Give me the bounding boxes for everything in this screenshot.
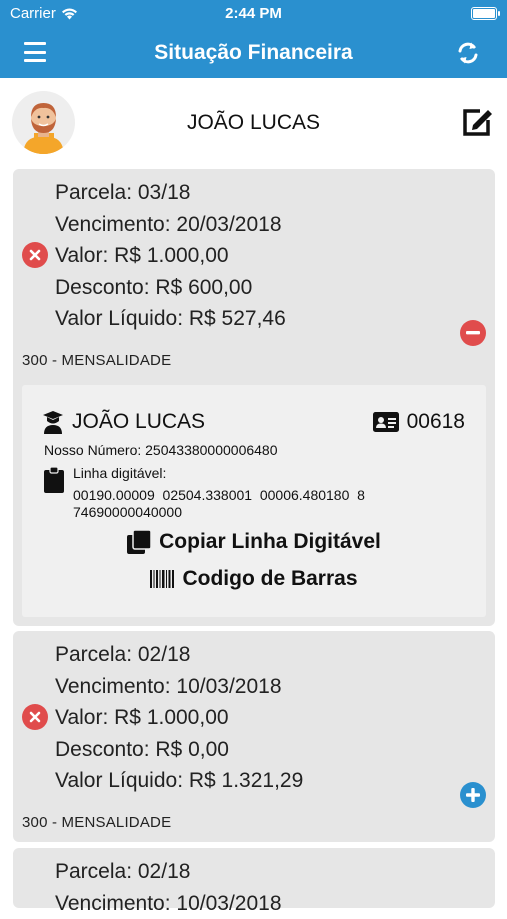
barcode-label: Codigo de Barras: [182, 567, 357, 591]
installment-desconto: Desconto: R$ 0,00: [55, 734, 303, 766]
profile-header: JOÃO LUCAS: [0, 78, 507, 166]
copy-icon: [127, 530, 151, 554]
edit-icon[interactable]: [461, 106, 495, 138]
installment-desconto: Desconto: R$ 600,00: [55, 272, 286, 304]
linha-digitavel-label: Linha digitável:: [73, 465, 166, 481]
nosso-numero: Nosso Número: 25043380000006480: [44, 442, 278, 458]
boleto-student: JOÃO LUCAS: [42, 410, 205, 434]
unpaid-status-icon: [22, 242, 48, 268]
unpaid-status-icon: [22, 704, 48, 730]
collapse-icon[interactable]: [460, 320, 486, 346]
status-time: 2:44 PM: [0, 5, 507, 22]
id-card-icon: [373, 412, 399, 432]
student-icon: [42, 410, 64, 434]
profile-name: JOÃO LUCAS: [0, 111, 507, 135]
status-bar: Carrier 2:44 PM: [0, 0, 507, 28]
installment-vencimento: Vencimento: 10/03/2018: [55, 671, 303, 703]
installment-card[interactable]: Parcela: 02/18 Vencimento: 10/03/2018 Va…: [13, 631, 495, 842]
installment-type: 300 - MENSALIDADE: [22, 814, 171, 831]
expand-icon[interactable]: [460, 782, 486, 808]
battery-icon: [471, 7, 497, 20]
boleto-id: 00618: [373, 410, 465, 434]
installment-valor: Valor: R$ 1.000,00: [55, 702, 303, 734]
navigation-bar: Situação Financeira: [0, 28, 507, 78]
copy-linha-button[interactable]: Copiar Linha Digitável: [22, 530, 486, 554]
installment-details: Parcela: 03/18 Vencimento: 20/03/2018 Va…: [55, 177, 286, 335]
installment-card[interactable]: Parcela: 03/18 Vencimento: 20/03/2018 Va…: [13, 169, 495, 626]
installment-card[interactable]: Parcela: 02/18 Vencimento: 10/03/2018: [13, 848, 495, 908]
boleto-student-name: JOÃO LUCAS: [72, 410, 205, 434]
barcode-icon: [150, 570, 174, 588]
boleto-panel: JOÃO LUCAS 00618 Nosso Número: 250433800…: [22, 385, 486, 617]
copy-linha-label: Copiar Linha Digitável: [159, 530, 381, 554]
boleto-code: 00618: [407, 410, 465, 434]
installment-parcela: Parcela: 02/18: [55, 639, 303, 671]
installment-liquido: Valor Líquido: R$ 1.321,29: [55, 765, 303, 797]
installment-valor: Valor: R$ 1.000,00: [55, 240, 286, 272]
linha-digitavel-value: 00190.00009 02504.338001 00006.480180 8 …: [73, 487, 433, 521]
installment-parcela: Parcela: 02/18: [55, 856, 282, 888]
refresh-icon[interactable]: [455, 39, 481, 67]
page-title: Situação Financeira: [0, 41, 507, 65]
installment-parcela: Parcela: 03/18: [55, 177, 286, 209]
installment-details: Parcela: 02/18 Vencimento: 10/03/2018 Va…: [55, 639, 303, 797]
barcode-button[interactable]: Codigo de Barras: [22, 567, 486, 591]
clipboard-icon: [44, 467, 64, 493]
installment-type: 300 - MENSALIDADE: [22, 352, 171, 369]
installment-details: Parcela: 02/18 Vencimento: 10/03/2018: [55, 856, 282, 919]
installment-vencimento: Vencimento: 20/03/2018: [55, 209, 286, 241]
installment-liquido: Valor Líquido: R$ 527,46: [55, 303, 286, 335]
installment-vencimento: Vencimento: 10/03/2018: [55, 888, 282, 919]
